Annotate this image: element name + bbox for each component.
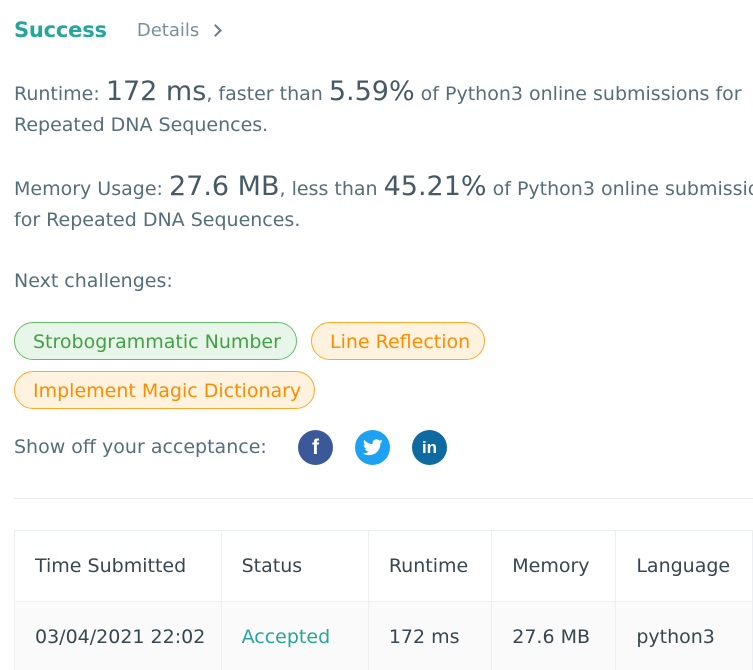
runtime-comparison: , faster than <box>206 83 323 105</box>
runtime-label: Runtime: <box>14 83 100 105</box>
next-challenges-label: Next challenges: <box>14 270 173 292</box>
column-header-memory[interactable]: Memory <box>491 530 617 602</box>
runtime-problem: Repeated DNA Sequences. <box>14 114 269 136</box>
memory-percent: 45.21% <box>383 171 487 202</box>
column-header-language[interactable]: Language <box>615 530 753 602</box>
result-header: Success Details <box>14 14 223 46</box>
cell-memory: 27.6 MB <box>491 601 617 670</box>
table-header-row: Time Submitted Status Runtime Memory Lan… <box>14 530 753 602</box>
table-row[interactable]: 03/04/2021 22:02 Accepted 172 ms 27.6 MB… <box>14 601 753 670</box>
memory-value: 27.6 MB <box>168 171 280 202</box>
runtime-suffix: of Python3 online submissions for <box>420 83 742 105</box>
linkedin-icon[interactable]: in <box>412 430 447 465</box>
cell-language: python3 <box>615 601 753 670</box>
challenge-pill-implement-magic-dictionary[interactable]: Implement Magic Dictionary <box>14 371 315 409</box>
column-header-time-submitted[interactable]: Time Submitted <box>14 530 222 602</box>
submission-result-panel: Success Details Runtime: 172 ms, faster … <box>0 0 753 670</box>
memory-problem: for Repeated DNA Sequences. <box>14 209 301 231</box>
runtime-percent: 5.59% <box>328 76 415 107</box>
challenge-pill-strobogrammatic-number[interactable]: Strobogrammatic Number <box>14 322 297 360</box>
submissions-table: Time Submitted Status Runtime Memory Lan… <box>14 530 753 670</box>
details-label: Details <box>136 19 200 41</box>
twitter-icon[interactable] <box>355 430 390 465</box>
cell-runtime: 172 ms <box>367 601 493 670</box>
cell-time-submitted: 03/04/2021 22:02 <box>14 601 222 670</box>
column-header-runtime[interactable]: Runtime <box>367 530 493 602</box>
memory-suffix: of Python3 online submissions <box>492 178 753 200</box>
memory-comparison: , less than <box>279 178 378 200</box>
share-label: Show off your acceptance: <box>14 436 267 458</box>
facebook-icon[interactable]: f <box>298 430 333 465</box>
runtime-value: 172 ms <box>105 76 207 107</box>
details-link[interactable]: Details <box>136 19 223 41</box>
runtime-stat: Runtime: 172 ms, faster than 5.59% of Py… <box>14 76 753 141</box>
twitter-bird-glyph <box>362 439 383 456</box>
section-divider <box>14 498 753 499</box>
result-status-title: Success <box>14 18 107 42</box>
challenge-pill-line-reflection[interactable]: Line Reflection <box>311 322 485 360</box>
cell-status[interactable]: Accepted <box>220 601 369 670</box>
memory-label: Memory Usage: <box>14 178 163 200</box>
column-header-status[interactable]: Status <box>220 530 369 602</box>
chevron-right-icon <box>209 24 223 37</box>
memory-stat: Memory Usage: 27.6 MB, less than 45.21% … <box>14 171 753 236</box>
